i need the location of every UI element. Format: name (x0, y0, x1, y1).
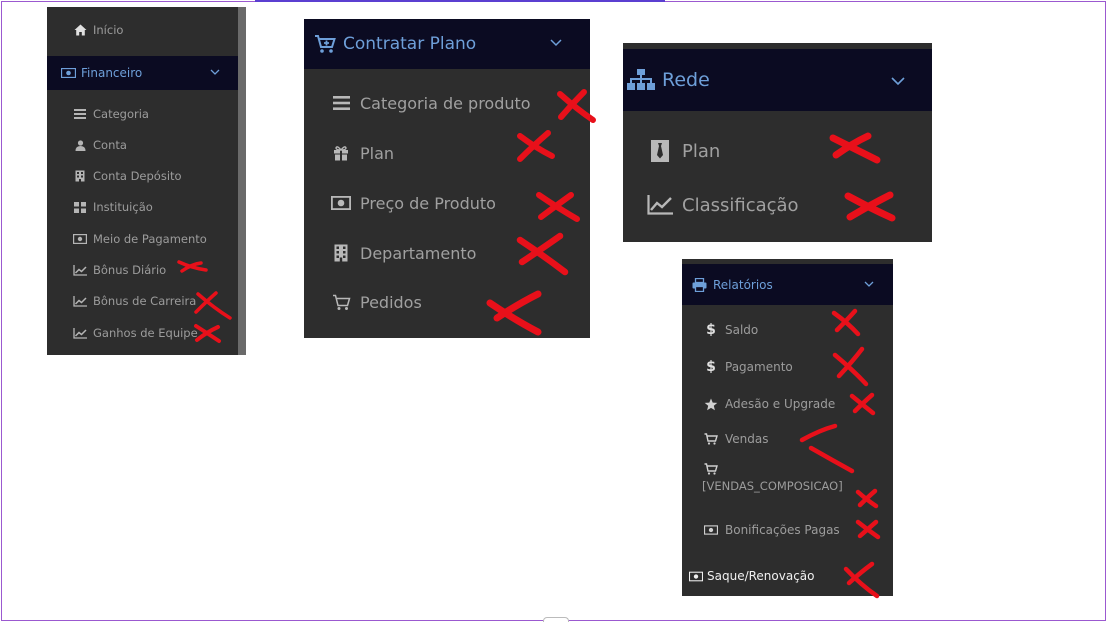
chevron-down-icon (210, 69, 220, 76)
sidebar-menu-relatorios: Relatórios $ Saldo $ Pagamento Adesão e … (682, 259, 893, 596)
sidebar-item-classificacao[interactable]: Classificação (623, 189, 932, 221)
sidebar-menu-rede: Rede Plan Classificação (623, 43, 932, 242)
sidebar-item-vendas-composicao[interactable]: [VENDAS_COMPOSICAO] (682, 463, 893, 505)
chevron-down-icon (550, 39, 562, 47)
sidebar-group-rede[interactable]: Rede (623, 49, 932, 111)
sidebar-item-pagamento[interactable]: $ Pagamento (682, 356, 893, 378)
sidebar-item-departamento[interactable]: Departamento (304, 238, 590, 268)
sidebar-item-label: Início (93, 23, 124, 37)
cart-plus-icon (704, 463, 718, 475)
money-icon (331, 196, 351, 210)
sidebar-item-label: Plan (682, 140, 721, 162)
sidebar-item-saldo[interactable]: $ Saldo (682, 319, 893, 341)
sidebar-group-financeiro[interactable]: Financeiro (47, 56, 238, 90)
cart-plus-icon (704, 433, 718, 445)
sidebar-item-vendas[interactable]: Vendas (682, 428, 893, 450)
line-chart-icon (73, 264, 87, 276)
cart-icon (331, 294, 351, 311)
sidebar-item-saque-renovacao[interactable]: Saque/Renovação (682, 565, 893, 587)
star-icon (704, 398, 718, 411)
sidebar-item-label: Preço de Produto (360, 193, 496, 213)
grid-icon (73, 201, 87, 213)
dollar-icon: $ (706, 322, 716, 338)
sidebar-item-label: Departamento (360, 243, 477, 263)
sitemap-icon (626, 69, 656, 91)
sidebar-group-contratar-plano[interactable]: Contratar Plano (304, 19, 590, 69)
sidebar-item-label: Meio de Pagamento (93, 232, 207, 246)
group-label: Contratar Plano (343, 34, 477, 54)
sidebar-item-label: Conta Depósito (93, 169, 182, 183)
sidebar-item-label: Bônus de Carreira (93, 294, 197, 308)
sidebar-item-label: Pagamento (725, 360, 793, 374)
sidebar-item-pedidos[interactable]: Pedidos (304, 287, 590, 317)
sidebar-group-relatorios[interactable]: Relatórios (682, 264, 893, 305)
sidebar-item-categoria-de-produto[interactable]: Categoria de produto (304, 88, 590, 118)
sidebar-item-label: Bônus Diário (93, 263, 167, 277)
money-icon (704, 525, 718, 535)
user-icon (73, 139, 87, 151)
sidebar-item-bonus-diario[interactable]: Bônus Diário (47, 260, 238, 280)
scrollbar[interactable] (238, 7, 246, 355)
sidebar-item-label: Categoria (93, 107, 149, 121)
top-accent-line (255, 0, 665, 2)
sidebar-item-label: Instituição (93, 200, 153, 214)
sidebar-item-label: Conta (93, 138, 127, 152)
dollar-icon: $ (706, 359, 716, 375)
bottom-handle (543, 617, 569, 622)
sidebar-item-label: Vendas (725, 432, 769, 446)
sidebar-menu-financeiro: Início Financeiro Categoria Conta Conta … (47, 7, 246, 355)
sidebar-item-label: Categoria de produto (360, 93, 531, 113)
sidebar-item-meio-de-pagamento[interactable]: Meio de Pagamento (47, 229, 238, 249)
sidebar-item-label: [VENDAS_COMPOSICAO] (702, 479, 843, 493)
money-icon (73, 234, 87, 244)
sidebar-item-conta[interactable]: Conta (47, 135, 238, 155)
sidebar-item-label: Plan (360, 143, 395, 163)
sidebar-item-plan[interactable]: Plan (623, 135, 932, 167)
sidebar-item-label: Saque/Renovação (707, 569, 815, 583)
cart-plus-icon (313, 34, 337, 54)
tie-icon (647, 140, 673, 162)
sidebar-item-label: Adesão e Upgrade (725, 397, 836, 411)
group-label: Financeiro (81, 66, 143, 80)
sidebar-item-label: Saldo (725, 323, 759, 337)
print-icon (691, 277, 707, 292)
building-icon (331, 244, 351, 262)
line-chart-icon (73, 295, 87, 307)
line-chart-icon (73, 327, 87, 339)
bars-icon (331, 96, 351, 110)
sidebar-menu-contratar-plano: Contratar Plano Categoria de produto Pla… (304, 19, 590, 338)
group-label: Relatórios (713, 277, 773, 292)
bars-icon (73, 109, 87, 119)
money-icon (60, 68, 76, 78)
sidebar-item-adesao-e-upgrade[interactable]: Adesão e Upgrade (682, 393, 893, 415)
sidebar-item-plan[interactable]: Plan (304, 138, 590, 168)
sidebar-item-bonificacoes-pagas[interactable]: Bonificações Pagas (682, 519, 893, 541)
sidebar-item-ganhos-de-equipe[interactable]: Ganhos de Equipe (47, 323, 238, 343)
sidebar-item-label: Classificação (682, 194, 799, 216)
sidebar-item-categoria[interactable]: Categoria (47, 104, 238, 124)
sidebar-item-label: Ganhos de Equipe (93, 326, 198, 340)
sidebar-item-instituicao[interactable]: Instituição (47, 197, 238, 217)
money-icon (689, 571, 703, 582)
sidebar-item-inicio[interactable]: Início (47, 20, 238, 40)
building-icon (73, 170, 87, 182)
sidebar-item-bonus-de-carreira[interactable]: Bônus de Carreira (47, 291, 238, 311)
chevron-down-icon (891, 77, 905, 86)
group-label: Rede (662, 69, 710, 91)
line-chart-icon (647, 195, 673, 215)
sidebar-item-label: Bonificações Pagas (725, 523, 840, 537)
home-icon (73, 24, 87, 36)
sidebar-item-label: Pedidos (360, 292, 422, 312)
chevron-down-icon (864, 281, 874, 288)
gift-icon (331, 145, 351, 161)
sidebar-item-conta-deposito[interactable]: Conta Depósito (47, 166, 238, 186)
sidebar-item-preco-de-produto[interactable]: Preço de Produto (304, 188, 590, 218)
